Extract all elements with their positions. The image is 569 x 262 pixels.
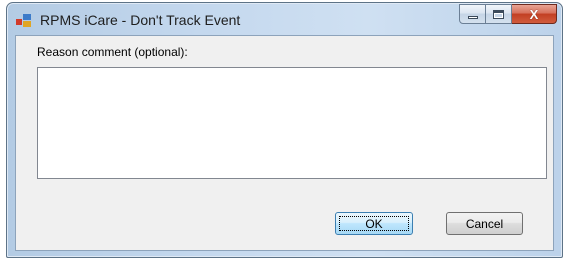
maximize-icon [493, 9, 504, 19]
title-bar[interactable]: RPMS iCare - Don't Track Event X [7, 3, 562, 35]
dialog-body: Reason comment (optional): OK Cancel [15, 35, 554, 251]
minimize-icon [467, 16, 478, 19]
app-icon[interactable] [16, 14, 32, 28]
close-icon: X [529, 6, 539, 22]
caption-buttons: X [459, 4, 557, 24]
focus-rectangle [339, 216, 409, 231]
reason-comment-input[interactable] [37, 67, 547, 179]
close-button[interactable]: X [512, 4, 557, 24]
window-title: RPMS iCare - Don't Track Event [40, 12, 241, 28]
maximize-button[interactable] [486, 4, 512, 24]
ok-button[interactable]: OK [335, 212, 413, 235]
cancel-button[interactable]: Cancel [446, 212, 523, 235]
minimize-button[interactable] [459, 4, 486, 24]
cancel-button-label: Cancel [465, 216, 504, 231]
reason-comment-label: Reason comment (optional): [37, 45, 188, 59]
dialog-window: RPMS iCare - Don't Track Event X Reason … [6, 2, 563, 258]
